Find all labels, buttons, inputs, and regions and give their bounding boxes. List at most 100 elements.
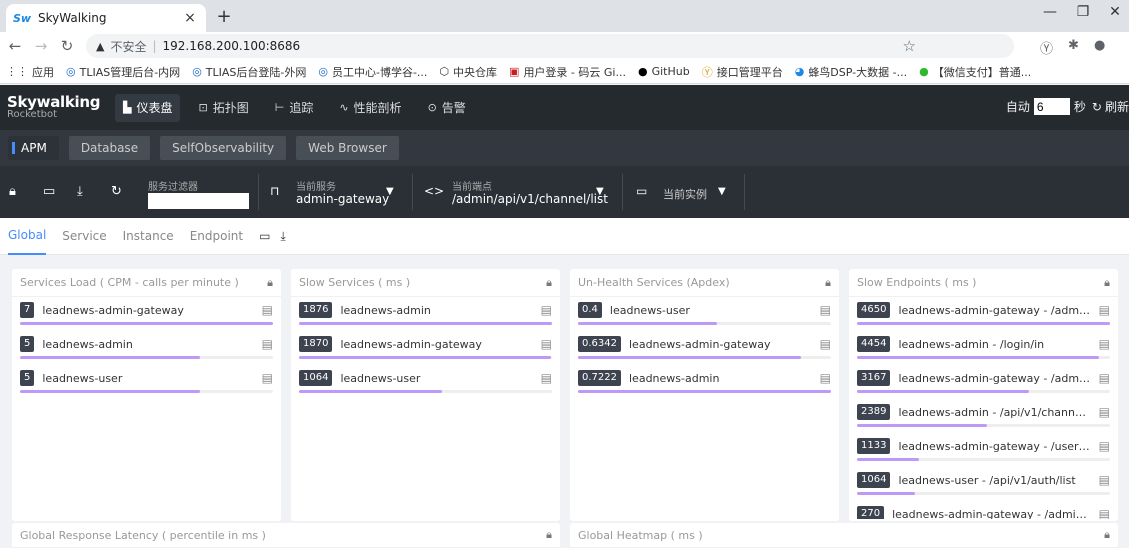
copy-icon[interactable]: ▤ [820, 303, 831, 317]
tab-web-browser[interactable]: Web Browser [296, 136, 399, 160]
list-item[interactable]: 0.4 leadnews-user ▤ [570, 297, 839, 331]
copy-icon[interactable]: ▤ [541, 371, 552, 385]
lock-icon[interactable]: 🔒︎ [9, 184, 16, 199]
nav-dashboard[interactable]: ▙ 仪表盘 [115, 93, 181, 122]
service-list: 1876 leadnews-admin ▤ 1870 leadnews-admin-ga… [291, 297, 560, 399]
nav-alarm[interactable]: ⊙ 告警 [420, 94, 474, 122]
copy-icon[interactable]: ▤ [541, 337, 552, 351]
tab-self-observability[interactable]: SelfObservability [160, 136, 287, 160]
tab-instance[interactable]: Instance [123, 218, 174, 255]
list-item[interactable]: 7 leadnews-admin-gateway ▤ [12, 297, 281, 331]
copy-icon[interactable]: ▤ [1099, 405, 1110, 419]
bookmark-item[interactable]: ◎ TLIAS管理后台-内网 [66, 64, 180, 80]
bookmark-item[interactable]: ◎ TLIAS后台登陆-外网 [192, 64, 306, 80]
window-close-icon[interactable]: ✕ [1100, 4, 1129, 20]
lock-icon[interactable]: 🔒︎ [546, 276, 552, 290]
bookmark-item[interactable]: Ⓨ 接口管理平台 [702, 64, 783, 80]
download-icon[interactable]: ⤓ [77, 184, 83, 199]
copy-icon[interactable]: ▤ [820, 337, 831, 351]
list-item[interactable]: 4650 leadnews-admin-gateway - /admin/logi… [849, 297, 1118, 331]
extensions-puzzle-icon[interactable]: ✱ [1068, 38, 1079, 53]
profile-avatar-icon[interactable]: ● [1094, 38, 1105, 53]
lock-icon[interactable]: 🔒︎ [1104, 276, 1110, 290]
minimize-icon[interactable]: — [1035, 4, 1065, 20]
refresh-label[interactable]: 刷新 [1105, 98, 1129, 115]
row-content: 0.6342 leadnews-admin-gateway ▤ [578, 335, 831, 353]
tab-database[interactable]: Database [68, 136, 151, 160]
tab-global[interactable]: Global [8, 218, 47, 255]
list-item[interactable]: 0.7222 leadnews-admin ▤ [570, 365, 839, 399]
list-item[interactable]: 1870 leadnews-admin-gateway ▤ [291, 331, 560, 365]
bookmark-item[interactable]: ▣ 用户登录 - 码云 Gi... [509, 64, 626, 80]
copy-icon[interactable]: ▤ [1099, 303, 1110, 317]
lock-icon[interactable]: 🔒︎ [825, 276, 831, 290]
copy-icon[interactable]: ▤ [262, 371, 273, 385]
bookmark-star-icon[interactable]: ☆ [903, 37, 916, 55]
copy-icon[interactable]: ▤ [1099, 473, 1110, 487]
list-item[interactable]: 1876 leadnews-admin ▤ [291, 297, 560, 331]
nav-topology[interactable]: ⊡ 拓扑图 [190, 94, 256, 122]
copy-icon[interactable]: ▤ [1099, 371, 1110, 385]
auto-refresh-interval-input[interactable] [1033, 98, 1070, 115]
service-filter-input[interactable] [148, 193, 249, 209]
tab-apm[interactable]: APM [8, 136, 59, 160]
list-item[interactable]: 5 leadnews-user ▤ [12, 365, 281, 399]
forward-arrow-icon[interactable]: → [30, 37, 52, 55]
list-item[interactable]: 5 leadnews-admin ▤ [12, 331, 281, 365]
tab-endpoint[interactable]: Endpoint [190, 218, 243, 255]
topology-icon: ⊡ [198, 101, 208, 114]
list-item[interactable]: 1064 leadnews-user - /api/v1/auth/list ▤ [849, 467, 1118, 501]
bookmark-item[interactable]: ⬡ 中央仓库 [439, 64, 497, 80]
copy-icon[interactable]: ▤ [1099, 439, 1110, 453]
nav-profile[interactable]: ∿ 性能剖析 [331, 94, 409, 122]
metric-badge: 1064 [857, 472, 891, 488]
current-instance-label[interactable]: 当前实例 [663, 186, 707, 202]
reload-icon[interactable]: ↻ [56, 37, 78, 55]
download-icon[interactable]: ⤓ [280, 229, 285, 244]
chevron-down-icon[interactable]: ▼ [596, 186, 604, 197]
list-item[interactable]: 270 leadnews-admin-gateway - /admin/api/v… [849, 501, 1118, 519]
list-item[interactable]: 4454 leadnews-admin - /login/in ▤ [849, 331, 1118, 365]
refresh-icon[interactable]: ↻ [111, 184, 122, 199]
close-tab-icon[interactable]: × [182, 10, 198, 26]
copy-icon[interactable]: ▤ [262, 337, 273, 351]
current-service-select[interactable]: admin-gateway [296, 192, 389, 206]
copy-icon[interactable]: ▤ [1099, 337, 1110, 351]
lock-icon[interactable]: 🔒︎ [267, 276, 273, 290]
restore-icon[interactable]: ❐ [1068, 4, 1098, 20]
panel-title: Un-Health Services (Apdex) [578, 276, 730, 289]
list-item[interactable]: 3167 leadnews-admin-gateway - /admin/api/… [849, 365, 1118, 399]
progress-fill [20, 356, 200, 359]
folder-icon[interactable]: ▭ [43, 184, 55, 199]
bookmark-item[interactable]: ● GitHub [638, 65, 690, 78]
list-item[interactable]: 1064 leadnews-user ▤ [291, 365, 560, 399]
list-item[interactable]: 2389 leadnews-admin - /api/v1/channel/lis… [849, 399, 1118, 433]
new-tab-button[interactable]: + [214, 6, 234, 27]
bookmark-item[interactable]: ◎ 员工中心-博学谷-... [318, 64, 427, 80]
copy-icon[interactable]: ▤ [1099, 507, 1110, 519]
refresh-icon[interactable]: ↻ [1092, 100, 1102, 114]
list-item[interactable]: 0.6342 leadnews-admin-gateway ▤ [570, 331, 839, 365]
copy-icon[interactable]: ▤ [262, 303, 273, 317]
tab-service[interactable]: Service [62, 218, 106, 255]
copy-icon[interactable]: ▤ [541, 303, 552, 317]
bookmark-apps[interactable]: ⋮⋮ 应用 [6, 64, 54, 80]
bookmark-item[interactable]: ● 【微信支付】普通... [919, 64, 1031, 80]
back-arrow-icon[interactable]: ← [4, 37, 26, 55]
lock-icon[interactable]: 🔒︎ [1104, 528, 1110, 542]
divider [622, 174, 623, 210]
url-bar[interactable]: ▲ 不安全 | 192.168.200.100:8686 ☆ [86, 34, 1014, 58]
browser-tab[interactable]: Sw SkyWalking × [6, 4, 206, 32]
nav-trace[interactable]: ⊢ 追踪 [267, 94, 322, 122]
row-content: 0.7222 leadnews-admin ▤ [578, 369, 831, 387]
chevron-down-icon[interactable]: ▼ [386, 186, 394, 197]
lock-icon[interactable]: 🔒︎ [546, 528, 552, 542]
list-item[interactable]: 1133 leadnews-admin-gateway - /user/api/v… [849, 433, 1118, 467]
chevron-down-icon[interactable]: ▼ [718, 186, 726, 197]
global-heatmap-panel: Global Heatmap ( ms ) 🔒︎ [570, 523, 1118, 548]
extension-y-icon[interactable]: Ⓨ [1040, 38, 1053, 57]
bookmark-item[interactable]: ◕ 蜂鸟DSP-大数据 -... [795, 64, 907, 80]
current-endpoint-select[interactable]: /admin/api/v1/channel/list [452, 192, 608, 206]
copy-icon[interactable]: ▤ [820, 371, 831, 385]
folder-icon[interactable]: ▭ [259, 229, 270, 243]
